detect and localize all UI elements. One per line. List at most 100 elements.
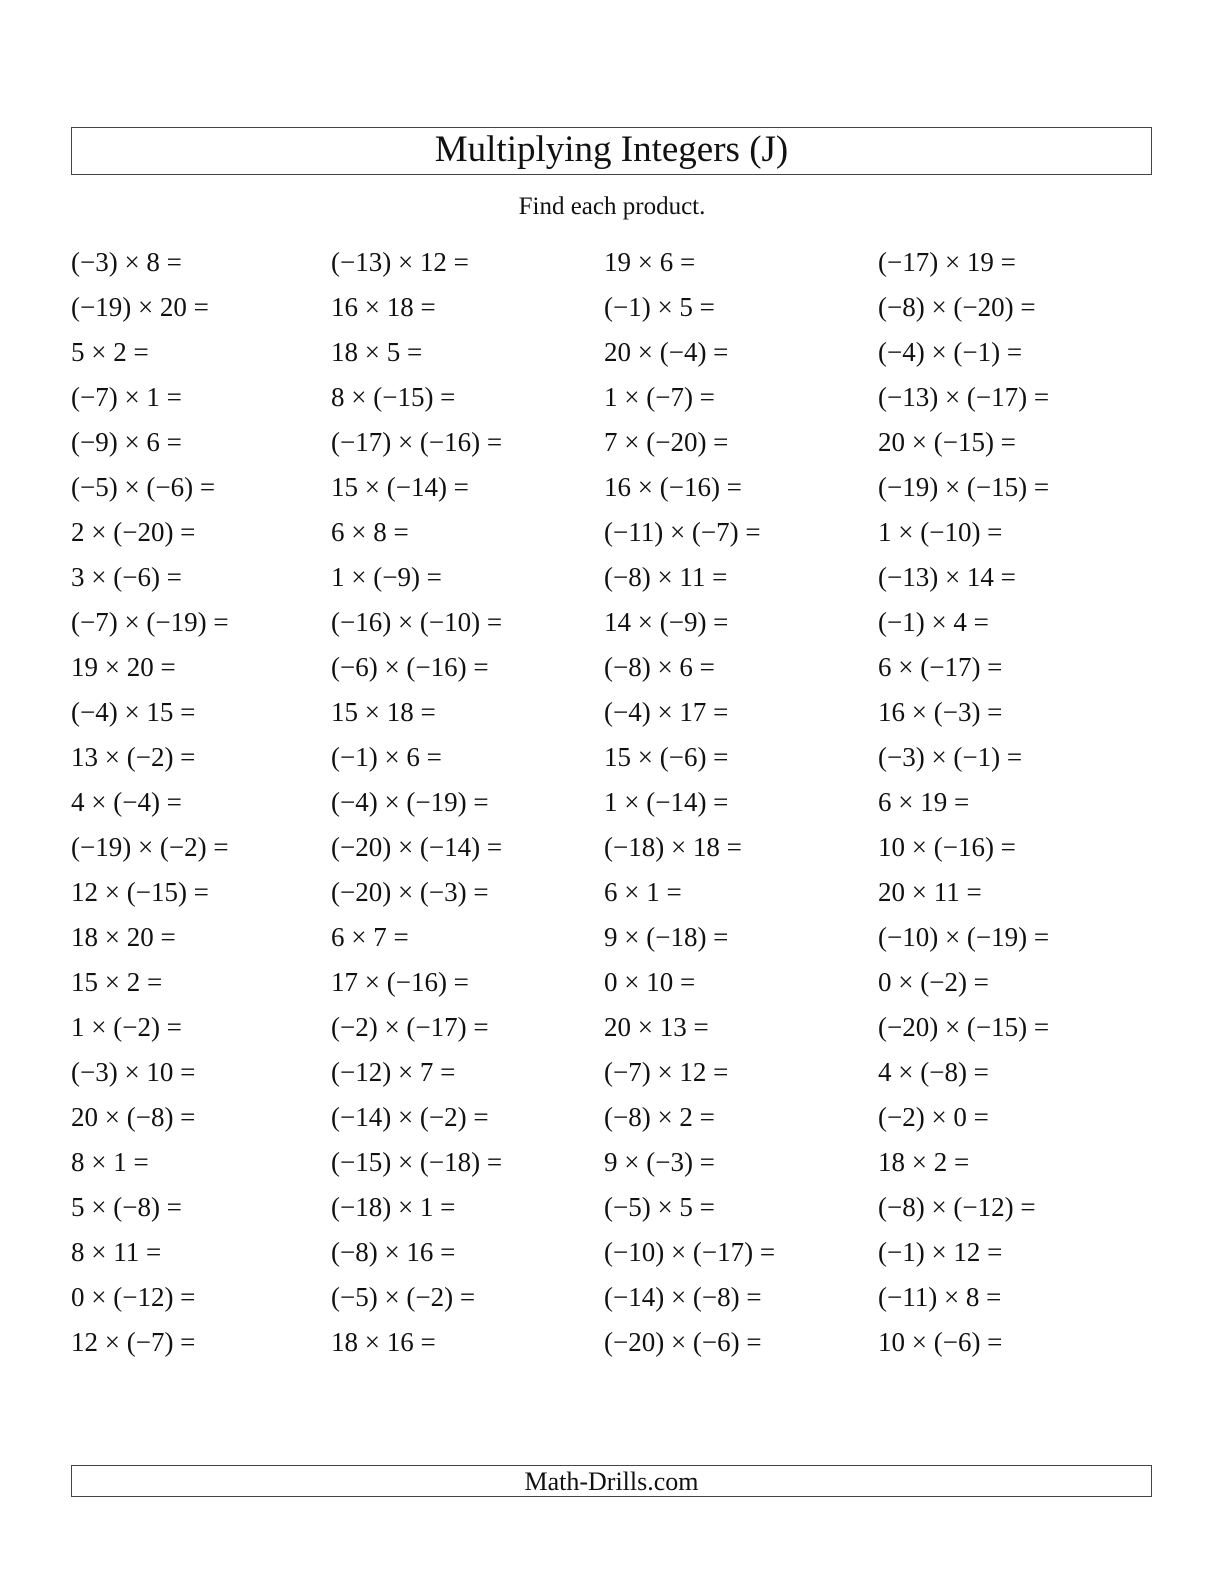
problem: 8 × 1 = <box>71 1147 149 1177</box>
problem: (−10) × (−19) = <box>878 922 1050 952</box>
problem: (−11) × (−7) = <box>604 517 761 547</box>
problem: 0 × 10 = <box>604 967 696 997</box>
problem: 1 × (−9) = <box>331 562 442 592</box>
problem: 0 × (−12) = <box>71 1282 196 1312</box>
problem: (−5) × (−2) = <box>331 1282 476 1312</box>
problem-row: (−3) × 8 = (−13) × 12 = 19 × 6 = (−17) × 19… <box>71 245 1161 290</box>
problem: (−13) × 14 = <box>878 562 1016 592</box>
problem: (−18) × 18 = <box>604 832 742 862</box>
problem: (−7) × 12 = <box>604 1057 729 1087</box>
problem: 16 × (−3) = <box>878 697 1003 727</box>
problem: (−17) × 19 = <box>878 247 1016 277</box>
problem: (−6) × (−16) = <box>331 652 489 682</box>
problem: 19 × 20 = <box>71 652 176 682</box>
footer-box: Math-Drills.com <box>71 1465 1152 1497</box>
problem: 16 × 18 = <box>331 292 436 322</box>
problem: (−13) × 12 = <box>331 247 469 277</box>
problem: 14 × (−9) = <box>604 607 729 637</box>
problem: (−18) × 1 = <box>331 1192 456 1222</box>
problem: 12 × (−7) = <box>71 1327 196 1357</box>
problem: (−5) × (−6) = <box>71 472 216 502</box>
problem: (−8) × (−20) = <box>878 292 1036 322</box>
problem: 9 × (−18) = <box>604 922 729 952</box>
problem: 6 × 19 = <box>878 787 970 817</box>
problem: (−8) × 2 = <box>604 1102 715 1132</box>
problem-row: (−19) × 20 = 16 × 18 = (−1) × 5 = (−8) × (−… <box>71 290 1161 335</box>
problem: 1 × (−2) = <box>71 1012 182 1042</box>
problem-row: (−4) × 15 = 15 × 18 = (−4) × 17 = 16 × (−3)… <box>71 695 1161 740</box>
problem: 10 × (−6) = <box>878 1327 1003 1357</box>
problem: 5 × 2 = <box>71 337 149 367</box>
problem: (−1) × 4 = <box>878 607 989 637</box>
problem: 8 × (−15) = <box>331 382 456 412</box>
problem: 1 × (−10) = <box>878 517 1003 547</box>
problem-row: (−5) × (−6) = 15 × (−14) = 16 × (−16) = (−1… <box>71 470 1161 515</box>
problem: 20 × (−15) = <box>878 427 1016 457</box>
problem: 15 × 2 = <box>71 967 163 997</box>
problem: (−20) × (−3) = <box>331 877 489 907</box>
problem: 3 × (−6) = <box>71 562 182 592</box>
problem-row: 3 × (−6) = 1 × (−9) = (−8) × 11 = (−13) × 1… <box>71 560 1161 605</box>
problem: 7 × (−20) = <box>604 427 729 457</box>
problem: (−19) × (−15) = <box>878 472 1050 502</box>
problem: (−13) × (−17) = <box>878 382 1050 412</box>
problem: 16 × (−16) = <box>604 472 742 502</box>
problem-row: 5 × 2 = 18 × 5 = 20 × (−4) = (−4) × (−1) = <box>71 335 1161 380</box>
problem-row: (−7) × 1 = 8 × (−15) = 1 × (−7) = (−13) × (… <box>71 380 1161 425</box>
problem: (−20) × (−6) = <box>604 1327 762 1357</box>
problem: 10 × (−16) = <box>878 832 1016 862</box>
problem: (−10) × (−17) = <box>604 1237 776 1267</box>
problem: (−3) × (−1) = <box>878 742 1023 772</box>
problem-grid: (−3) × 8 = (−13) × 12 = 19 × 6 = (−17) × 19… <box>71 245 1161 1370</box>
problem-row: (−3) × 10 = (−12) × 7 = (−7) × 12 = 4 × (−8… <box>71 1055 1161 1100</box>
problem: (−4) × (−19) = <box>331 787 489 817</box>
problem: 6 × 1 = <box>604 877 682 907</box>
problem-row: 13 × (−2) = (−1) × 6 = 15 × (−6) = (−3) × (… <box>71 740 1161 785</box>
problem-row: 8 × 11 = (−8) × 16 = (−10) × (−17) = (−1) ×… <box>71 1235 1161 1280</box>
problem-row: 1 × (−2) = (−2) × (−17) = 20 × 13 = (−20) ×… <box>71 1010 1161 1055</box>
problem-row: 4 × (−4) = (−4) × (−19) = 1 × (−14) = 6 × 1… <box>71 785 1161 830</box>
problem-row: 0 × (−12) = (−5) × (−2) = (−14) × (−8) = (−… <box>71 1280 1161 1325</box>
problem: (−14) × (−8) = <box>604 1282 762 1312</box>
problem-row: 12 × (−7) = 18 × 16 = (−20) × (−6) = 10 × (… <box>71 1325 1161 1370</box>
problem-row: 20 × (−8) = (−14) × (−2) = (−8) × 2 = (−2) … <box>71 1100 1161 1145</box>
problem: (−12) × 7 = <box>331 1057 456 1087</box>
problem: 9 × (−3) = <box>604 1147 715 1177</box>
problem: 15 × (−6) = <box>604 742 729 772</box>
problem: (−14) × (−2) = <box>331 1102 489 1132</box>
problem: (−1) × 12 = <box>878 1237 1003 1267</box>
problem: (−7) × 1 = <box>71 382 182 412</box>
problem: 18 × 20 = <box>71 922 176 952</box>
problem: 18 × 16 = <box>331 1327 436 1357</box>
title-box: Multiplying Integers (J) <box>71 127 1152 175</box>
problem: (−5) × 5 = <box>604 1192 715 1222</box>
problem: (−2) × (−17) = <box>331 1012 489 1042</box>
problem: (−4) × 15 = <box>71 697 196 727</box>
problem: 15 × 18 = <box>331 697 436 727</box>
problem-row: 5 × (−8) = (−18) × 1 = (−5) × 5 = (−8) × (−… <box>71 1190 1161 1235</box>
worksheet-title: Multiplying Integers (J) <box>434 128 789 170</box>
problem: (−11) × 8 = <box>878 1282 1002 1312</box>
problem-row: (−19) × (−2) = (−20) × (−14) = (−18) × 18 … <box>71 830 1161 875</box>
problem: 4 × (−8) = <box>878 1057 989 1087</box>
problem: (−19) × (−2) = <box>71 832 229 862</box>
problem: 20 × (−4) = <box>604 337 729 367</box>
problem: (−15) × (−18) = <box>331 1147 503 1177</box>
problem: (−8) × (−12) = <box>878 1192 1036 1222</box>
problem: (−1) × 6 = <box>331 742 442 772</box>
problem: (−16) × (−10) = <box>331 607 503 637</box>
problem: 6 × (−17) = <box>878 652 1003 682</box>
problem: (−4) × (−1) = <box>878 337 1023 367</box>
problem-row: (−7) × (−19) = (−16) × (−10) = 14 × (−9) =… <box>71 605 1161 650</box>
problem: 8 × 11 = <box>71 1237 162 1267</box>
problem: 0 × (−2) = <box>878 967 989 997</box>
problem: (−20) × (−14) = <box>331 832 503 862</box>
problem: (−2) × 0 = <box>878 1102 989 1132</box>
problem-row: 15 × 2 = 17 × (−16) = 0 × 10 = 0 × (−2) = <box>71 965 1161 1010</box>
problem: 20 × 11 = <box>878 877 982 907</box>
problem: (−20) × (−15) = <box>878 1012 1050 1042</box>
problem: 15 × (−14) = <box>331 472 469 502</box>
problem: (−8) × 11 = <box>604 562 728 592</box>
footer-site-name: Math-Drills.com <box>524 1467 699 1496</box>
problem: 4 × (−4) = <box>71 787 182 817</box>
